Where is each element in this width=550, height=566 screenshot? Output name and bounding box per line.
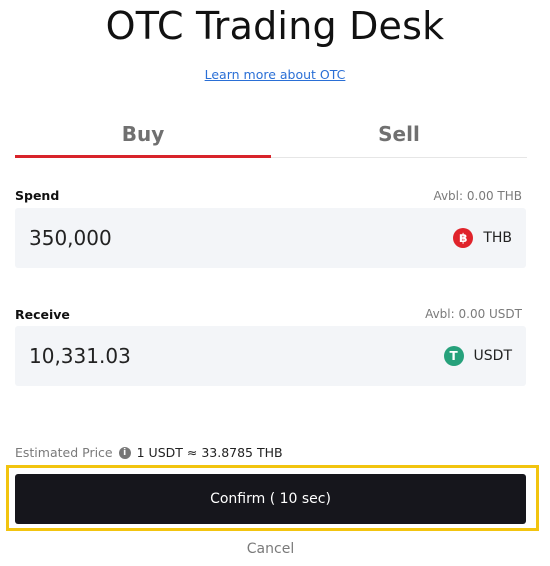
receive-currency-label: USDT bbox=[473, 348, 512, 364]
receive-input[interactable] bbox=[29, 340, 359, 372]
baht-coin-icon: ฿ bbox=[453, 228, 474, 248]
spend-available: Avbl: 0.00 THB bbox=[433, 189, 522, 203]
active-tab-indicator bbox=[15, 155, 271, 158]
estimated-price-row: Estimated Price i 1 USDT ≈ 33.8785 THB bbox=[15, 445, 283, 460]
spend-input[interactable] bbox=[29, 222, 359, 254]
learn-more-link[interactable]: Learn more about OTC bbox=[0, 67, 550, 82]
info-icon[interactable]: i bbox=[118, 446, 131, 459]
receive-available: Avbl: 0.00 USDT bbox=[425, 307, 522, 321]
estimated-price-value: 1 USDT ≈ 33.8785 THB bbox=[136, 445, 283, 460]
estimated-price-label: Estimated Price bbox=[15, 445, 113, 460]
receive-field: T USDT bbox=[15, 326, 526, 386]
spend-label: Spend bbox=[15, 188, 60, 203]
confirm-button[interactable]: Confirm ( 10 sec) bbox=[15, 474, 526, 524]
tab-sell[interactable]: Sell bbox=[271, 110, 527, 158]
spend-field: ฿ THB bbox=[15, 208, 526, 268]
page-title: OTC Trading Desk bbox=[105, 4, 445, 48]
trade-tabs: Buy Sell bbox=[15, 110, 527, 160]
spend-currency-selector[interactable]: ฿ THB bbox=[453, 226, 512, 250]
spend-currency-label: THB bbox=[483, 230, 512, 246]
tab-buy[interactable]: Buy bbox=[15, 110, 271, 158]
receive-label: Receive bbox=[15, 307, 70, 322]
tether-coin-icon: T bbox=[443, 346, 464, 366]
receive-currency-selector[interactable]: T USDT bbox=[443, 344, 512, 368]
cancel-link[interactable]: Cancel bbox=[0, 541, 541, 557]
